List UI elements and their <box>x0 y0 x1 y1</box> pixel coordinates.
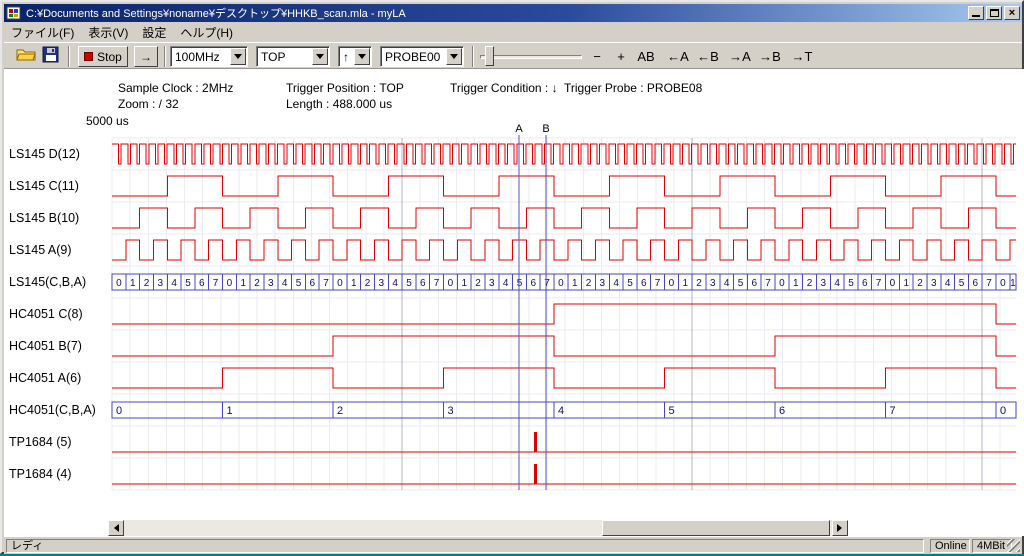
menu-file[interactable]: ファイル(F) <box>4 22 81 43</box>
menu-settings[interactable]: 設定 <box>135 22 173 43</box>
waveform-client-area <box>4 69 1024 536</box>
channel-label[interactable]: LS145 A(9) <box>9 234 72 266</box>
ab-button[interactable]: AB <box>632 47 660 66</box>
sample-clock-select[interactable]: 100MHz <box>170 46 248 67</box>
status-bar: レディ Online 4MBit <box>4 536 1022 554</box>
save-button[interactable] <box>42 46 62 67</box>
dropdown-button[interactable] <box>354 48 370 65</box>
trigger-condition-info: Trigger Condition : ↓ <box>450 81 558 95</box>
trigger-position-value: TOP <box>261 50 285 64</box>
toolbar-separator <box>472 46 474 67</box>
scroll-right-button[interactable] <box>832 520 848 536</box>
dropdown-button[interactable] <box>312 48 328 65</box>
sample-clock-value: 100MHz <box>175 50 220 64</box>
minimize-button[interactable] <box>968 6 984 20</box>
minimize-icon <box>972 15 980 17</box>
toolbar: Stop → 100MHz TOP ↑ PROBE00 − + AB ←A ←B <box>4 42 1022 69</box>
zoom-slider[interactable] <box>480 46 582 67</box>
zoom-out-button[interactable]: − <box>586 47 608 66</box>
status-memory-text: 4MBit <box>977 540 1005 552</box>
open-button[interactable] <box>16 46 38 67</box>
close-icon: × <box>1009 7 1015 19</box>
maximize-button[interactable] <box>986 6 1002 20</box>
zoom-in-button[interactable]: + <box>610 47 632 66</box>
save-floppy-icon <box>42 46 59 63</box>
zoom-info: Zoom : / 32 <box>118 97 179 111</box>
probe-select[interactable]: PROBE00 <box>380 46 464 67</box>
trigger-probe-info: Trigger Probe : PROBE08 <box>564 81 702 95</box>
trigger-position-info: Trigger Position : TOP <box>286 81 404 95</box>
app-icon <box>6 6 22 20</box>
close-button[interactable]: × <box>1004 6 1020 20</box>
channel-label[interactable]: HC4051 C(8) <box>9 298 83 330</box>
maximize-icon <box>990 9 999 17</box>
channel-label[interactable]: LS145 C(11) <box>9 170 79 202</box>
time-per-div-label: 5000 us <box>86 114 129 128</box>
horizontal-scrollbar[interactable] <box>108 520 848 536</box>
open-folder-icon <box>16 46 36 62</box>
toolbar-separator <box>164 46 166 67</box>
channel-label[interactable]: LS145(C,B,A) <box>9 266 86 298</box>
window-title: C:¥Documents and Settings¥noname¥デスクトップ¥… <box>22 5 968 21</box>
status-ready-text: レディ <box>11 540 43 552</box>
channel-label[interactable]: TP1684 (5) <box>9 426 72 458</box>
goto-marker-b-right-button[interactable]: →B <box>756 47 784 66</box>
goto-marker-a-left-button[interactable]: ←A <box>664 47 692 66</box>
chevron-down-icon <box>358 54 366 63</box>
menu-help[interactable]: ヘルプ(H) <box>173 22 240 43</box>
channel-label[interactable]: LS145 D(12) <box>9 138 80 170</box>
goto-marker-a-right-button[interactable]: →A <box>726 47 754 66</box>
trigger-edge-select[interactable]: ↑ <box>338 46 372 67</box>
length-info: Length : 488.000 us <box>286 97 392 111</box>
chevron-down-icon <box>450 54 458 63</box>
run-arrow-icon: → <box>140 50 152 64</box>
arrow-right-icon <box>837 524 846 532</box>
scroll-left-button[interactable] <box>108 520 124 536</box>
goto-trigger-button[interactable]: →T <box>788 47 816 66</box>
stop-button[interactable]: Stop <box>78 46 128 67</box>
arrow-left-icon <box>110 524 119 532</box>
goto-marker-b-left-button[interactable]: ←B <box>694 47 722 66</box>
resize-grip[interactable] <box>1007 539 1020 552</box>
menu-bar: ファイル(F) 表示(V) 設定 ヘルプ(H) <box>4 22 1022 42</box>
status-online-text: Online <box>935 540 967 552</box>
chevron-down-icon <box>316 54 324 63</box>
slider-track[interactable] <box>480 55 582 59</box>
channel-label[interactable]: TP1684 (4) <box>9 458 72 490</box>
slider-thumb[interactable] <box>485 46 494 66</box>
status-online-pane: Online <box>930 539 970 553</box>
stop-icon <box>84 52 93 61</box>
channel-label[interactable]: HC4051 A(6) <box>9 362 81 394</box>
run-button[interactable]: → <box>134 46 158 67</box>
channel-label[interactable]: HC4051 B(7) <box>9 330 82 362</box>
channel-label[interactable]: LS145 B(10) <box>9 202 79 234</box>
sample-clock-info: Sample Clock : 2MHz <box>118 81 233 95</box>
trigger-position-select[interactable]: TOP <box>256 46 330 67</box>
scrollbar-thumb[interactable] <box>602 520 830 536</box>
dropdown-button[interactable] <box>230 48 246 65</box>
probe-value: PROBE00 <box>385 50 440 64</box>
menu-view[interactable]: 表示(V) <box>81 22 135 43</box>
dropdown-button[interactable] <box>446 48 462 65</box>
channel-label[interactable]: HC4051(C,B,A) <box>9 394 96 426</box>
app-window: C:¥Documents and Settings¥noname¥デスクトップ¥… <box>0 0 1024 554</box>
status-ready-pane: レディ <box>6 539 924 553</box>
stop-label: Stop <box>97 50 122 64</box>
status-memory-pane: 4MBit <box>972 539 1012 553</box>
toolbar-separator <box>68 46 70 67</box>
chevron-down-icon <box>234 54 242 63</box>
title-bar[interactable]: C:¥Documents and Settings¥noname¥デスクトップ¥… <box>4 4 1022 22</box>
trigger-edge-value: ↑ <box>343 50 349 64</box>
